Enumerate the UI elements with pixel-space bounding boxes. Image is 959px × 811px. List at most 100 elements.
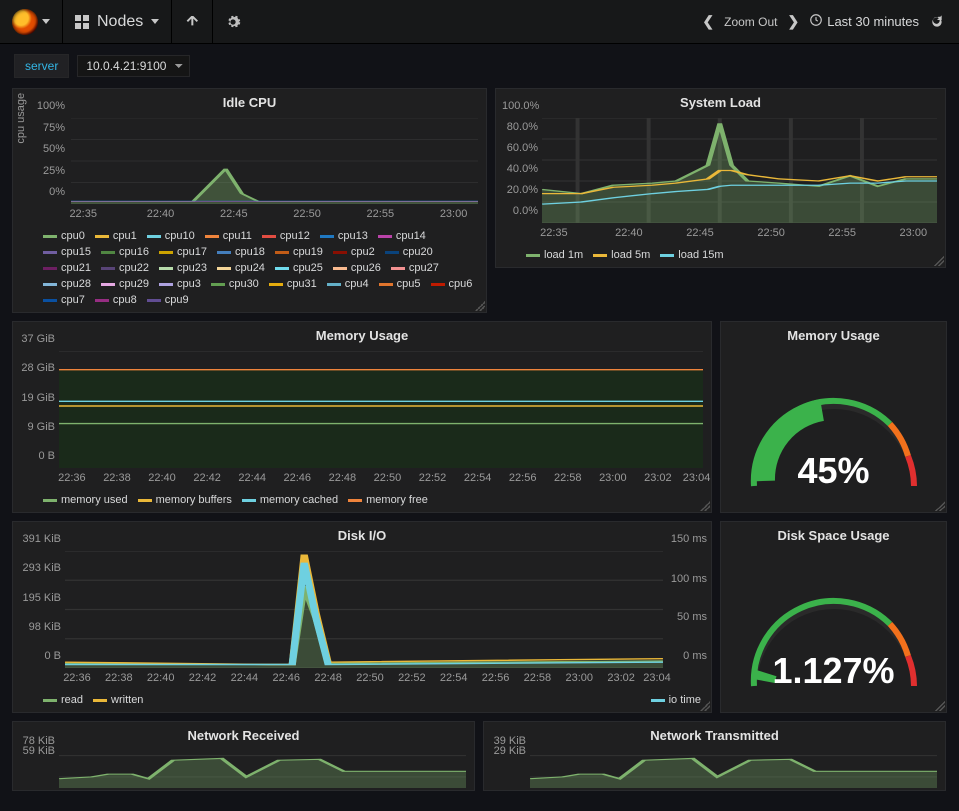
dashboard-grid-icon xyxy=(75,15,89,29)
legend-item[interactable]: memory free xyxy=(348,494,428,506)
chart-network-received[interactable]: 59 KiB 78 KiB xyxy=(13,745,474,790)
panel-title: Network Received xyxy=(13,722,474,745)
app-menu-button[interactable] xyxy=(0,0,63,44)
legend-item[interactable]: read xyxy=(43,694,83,706)
refresh-button[interactable] xyxy=(929,14,945,30)
legend-item[interactable]: cpu13 xyxy=(320,230,368,242)
chart-system-load[interactable]: 0.0% 20.0% 40.0% 60.0% 80.0% 100.0% xyxy=(496,112,945,245)
legend-item[interactable]: cpu6 xyxy=(431,278,473,290)
panel-disk-io[interactable]: Disk I/O 0 B 98 KiB 195 KiB 293 KiB 391 … xyxy=(12,521,712,713)
legend-item[interactable]: cpu21 xyxy=(43,262,91,274)
gauge-value: 1.127% xyxy=(772,650,894,692)
y-axis: 59 KiB 78 KiB xyxy=(19,751,55,768)
legend-item[interactable]: cpu27 xyxy=(391,262,439,274)
panel-memory-usage-ts[interactable]: Memory Usage 0 B 9 GiB 19 GiB 28 GiB 37 … xyxy=(12,321,712,513)
chart-network-transmitted[interactable]: 29 KiB 39 KiB xyxy=(484,745,945,790)
panel-network-received[interactable]: Network Received 59 KiB 78 KiB xyxy=(12,721,475,791)
resize-handle-icon[interactable] xyxy=(700,501,710,511)
plot-area xyxy=(59,351,703,468)
panel-title: Memory Usage xyxy=(721,322,946,345)
panel-title: Disk I/O xyxy=(13,522,711,545)
legend-item[interactable]: cpu3 xyxy=(159,278,201,290)
panel-network-transmitted[interactable]: Network Transmitted 29 KiB 39 KiB xyxy=(483,721,946,791)
dashboard-title: Nodes xyxy=(97,13,143,31)
legend-item[interactable]: cpu16 xyxy=(101,246,149,258)
time-range-button[interactable]: Last 30 minutes xyxy=(809,13,919,30)
time-picker: ❮ Zoom Out ❯ Last 30 minutes xyxy=(688,13,959,30)
legend-item[interactable]: cpu28 xyxy=(43,278,91,290)
dashboard-picker-button[interactable]: Nodes xyxy=(63,0,172,44)
resize-handle-icon[interactable] xyxy=(935,501,945,511)
y-axis: 29 KiB 39 KiB xyxy=(490,751,526,768)
zoom-out-button[interactable]: Zoom Out xyxy=(724,15,777,29)
panel-system-load[interactable]: System Load 0.0% 20.0% 40.0% 60.0% 80.0%… xyxy=(495,88,946,268)
legend: memory used memory buffers memory cached me… xyxy=(13,490,711,512)
x-axis: 22:35 22:40 22:45 22:50 22:55 23:00 xyxy=(71,208,478,222)
legend-item[interactable]: cpu5 xyxy=(379,278,421,290)
gauge-memory: 45% xyxy=(721,345,946,512)
settings-button[interactable] xyxy=(213,0,253,44)
legend-item[interactable]: cpu9 xyxy=(147,294,189,306)
y-axis-right: 0 ms 50 ms 100 ms 150 ms xyxy=(665,551,707,668)
resize-handle-icon[interactable] xyxy=(935,701,945,711)
x-axis: 22:36 22:38 22:40 22:42 22:44 22:46 22:4… xyxy=(65,672,663,686)
resize-handle-icon[interactable] xyxy=(700,701,710,711)
chart-idle-cpu[interactable]: cpu usage 0% 25% 50% 75% 100% xyxy=(13,112,486,226)
panel-title: Disk Space Usage xyxy=(721,522,946,545)
legend-item[interactable]: memory buffers xyxy=(138,494,232,506)
grafana-logo-icon xyxy=(12,9,38,35)
panel-title: Memory Usage xyxy=(13,322,711,345)
legend-item[interactable]: memory used xyxy=(43,494,128,506)
legend-item[interactable]: cpu15 xyxy=(43,246,91,258)
legend-item[interactable]: cpu12 xyxy=(262,230,310,242)
legend-item[interactable]: cpu1 xyxy=(95,230,137,242)
y-axis: 0% 25% 50% 75% 100% xyxy=(33,118,65,204)
legend-item[interactable]: cpu30 xyxy=(211,278,259,290)
legend-item[interactable]: cpu29 xyxy=(101,278,149,290)
legend-item[interactable]: cpu22 xyxy=(101,262,149,274)
legend-item[interactable]: cpu19 xyxy=(275,246,323,258)
legend-item[interactable]: cpu20 xyxy=(385,246,433,258)
share-button[interactable] xyxy=(172,0,213,44)
time-forward-button[interactable]: ❯ xyxy=(787,13,799,30)
template-var-select[interactable]: 10.0.4.21:9100 xyxy=(77,55,190,77)
caret-down-icon xyxy=(151,19,159,24)
legend-item[interactable]: cpu25 xyxy=(275,262,323,274)
plot-area xyxy=(542,118,937,223)
legend: read written io time xyxy=(13,690,711,712)
legend-item[interactable]: cpu8 xyxy=(95,294,137,306)
legend-item[interactable]: cpu4 xyxy=(327,278,369,290)
legend-item[interactable]: cpu2 xyxy=(333,246,375,258)
legend-item[interactable]: cpu23 xyxy=(159,262,207,274)
panel-memory-gauge[interactable]: Memory Usage 45% xyxy=(720,321,947,513)
legend-item[interactable]: cpu11 xyxy=(205,230,252,242)
legend: load 1m load 5m load 15m xyxy=(496,245,945,267)
resize-handle-icon[interactable] xyxy=(934,256,944,266)
legend-item[interactable]: cpu10 xyxy=(147,230,195,242)
panel-idle-cpu[interactable]: Idle CPU cpu usage 0% 25% 50% 75% 100% xyxy=(12,88,487,313)
chart-disk-io[interactable]: 0 B 98 KiB 195 KiB 293 KiB 391 KiB 0 ms … xyxy=(13,545,711,690)
legend-item[interactable]: load 1m xyxy=(526,249,583,261)
legend-item[interactable]: written xyxy=(93,694,143,706)
legend-item[interactable]: cpu0 xyxy=(43,230,85,242)
legend-item[interactable]: load 15m xyxy=(660,249,723,261)
legend-item[interactable]: cpu24 xyxy=(217,262,265,274)
legend-item[interactable]: load 5m xyxy=(593,249,650,261)
y-axis: 0.0% 20.0% 40.0% 60.0% 80.0% 100.0% xyxy=(502,118,538,223)
gear-icon xyxy=(225,14,241,30)
legend-item[interactable]: cpu26 xyxy=(333,262,381,274)
resize-handle-icon[interactable] xyxy=(475,301,485,311)
chart-memory-usage[interactable]: 0 B 9 GiB 19 GiB 28 GiB 37 GiB xyxy=(13,345,711,490)
legend-item[interactable]: cpu17 xyxy=(159,246,207,258)
legend-item[interactable]: io time xyxy=(651,694,701,706)
x-axis: 22:35 22:40 22:45 22:50 22:55 23:00 xyxy=(542,227,937,241)
legend-item[interactable]: cpu14 xyxy=(378,230,426,242)
time-back-button[interactable]: ❮ xyxy=(702,13,714,30)
panel-disk-gauge[interactable]: Disk Space Usage 1.127% xyxy=(720,521,947,713)
legend-item[interactable]: cpu18 xyxy=(217,246,265,258)
legend-item[interactable]: memory cached xyxy=(242,494,338,506)
template-variable-row: server 10.0.4.21:9100 xyxy=(0,44,959,88)
y-axis: 0 B 9 GiB 19 GiB 28 GiB 37 GiB xyxy=(19,351,55,468)
legend-item[interactable]: cpu7 xyxy=(43,294,85,306)
legend-item[interactable]: cpu31 xyxy=(269,278,317,290)
